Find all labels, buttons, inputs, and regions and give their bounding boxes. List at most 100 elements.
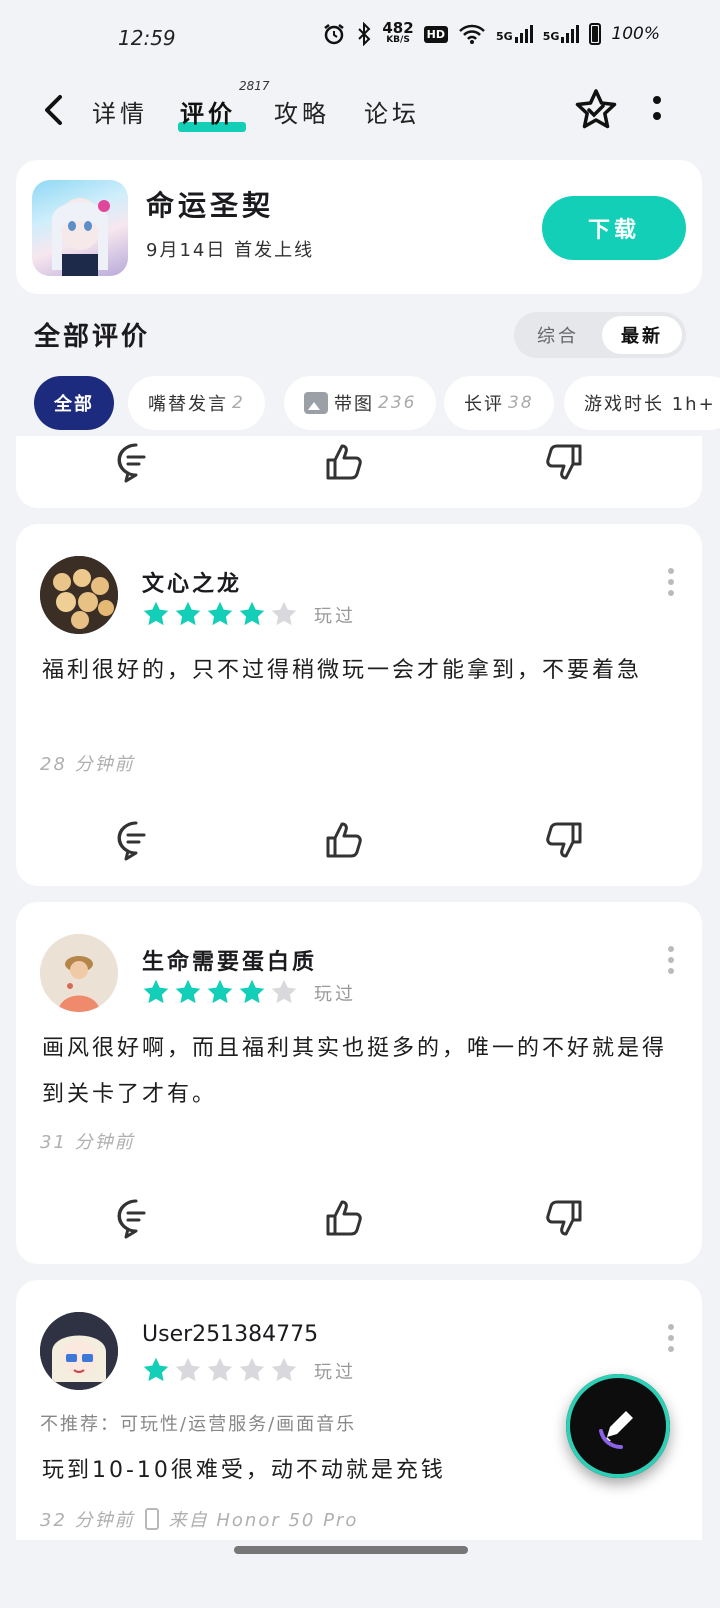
tab-guides[interactable]: 攻略 [274, 94, 330, 129]
dislike-button[interactable] [542, 1196, 586, 1240]
review-more-button[interactable] [668, 946, 676, 974]
filter-playtime[interactable]: 游戏时长 1h+ [564, 376, 720, 430]
filter-long-reviews[interactable]: 长评 38 [444, 376, 554, 430]
comment-button[interactable] [114, 440, 158, 484]
write-review-button[interactable] [566, 1374, 670, 1478]
net-speed-value: 482 [382, 19, 414, 37]
filter-long-reviews-count: 38 [508, 393, 534, 413]
sort-latest[interactable]: 最新 [602, 316, 682, 354]
avatar[interactable] [40, 1312, 118, 1390]
review-meta: 32 分钟前 来自 Honor 50 Pro [40, 1506, 358, 1532]
bluetooth-icon [358, 22, 371, 46]
review-time-text: 28 分钟前 [40, 754, 135, 775]
back-button[interactable] [34, 90, 74, 130]
avatar[interactable] [40, 934, 118, 1012]
status-bar: 12:59 482 KB/S HD 5G 5G 100% [0, 0, 720, 76]
signal-label-1: 5G [496, 30, 513, 43]
filter-all[interactable]: 全部 [34, 376, 114, 430]
comment-icon [117, 443, 146, 483]
home-indicator[interactable] [234, 1546, 468, 1554]
star-check-icon [575, 89, 617, 129]
top-nav: 详情 评价 2817 攻略 论坛 [0, 76, 720, 148]
dislike-button[interactable] [542, 440, 586, 484]
review-actions [16, 818, 702, 868]
star-empty-icon [175, 1357, 201, 1382]
star-filled-icon [175, 979, 201, 1004]
filter-mouthpiece[interactable]: 嘴替发言 2 [128, 376, 265, 430]
review-more-button[interactable] [668, 1324, 676, 1352]
game-card[interactable]: 命运圣契 9月14日 首发上线 下载 [16, 160, 702, 294]
signal-icon-2: 5G [543, 25, 580, 43]
pencil-icon [599, 1411, 633, 1450]
alarm-icon [324, 24, 345, 45]
filter-with-images[interactable]: 带图 236 [284, 376, 437, 430]
played-status: 玩过 [314, 606, 356, 627]
sort-toggle: 综合 最新 [514, 312, 686, 358]
review-time: 28 分钟前 [40, 750, 135, 776]
review-username[interactable]: User251384775 [142, 1322, 318, 1347]
review-time-text: 31 分钟前 [40, 1132, 135, 1153]
game-title: 命运圣契 [146, 189, 275, 222]
star-filled-icon [175, 601, 201, 626]
sort-comprehensive[interactable]: 综合 [518, 316, 598, 354]
download-button[interactable]: 下载 [542, 196, 686, 260]
thumbs-down-icon [546, 444, 582, 480]
played-status: 玩过 [314, 984, 356, 1005]
signal-label-2: 5G [542, 30, 560, 43]
review-device: 来自 Honor 50 Pro [168, 1510, 359, 1531]
net-speed-unit: KB/S [386, 35, 410, 45]
filter-all-label: 全部 [54, 394, 94, 415]
filter-chips: 全部 嘴替发言 2 带图 236 长评 38 游戏时长 1h+ [34, 376, 720, 432]
tab-forum[interactable]: 论坛 [364, 94, 420, 129]
tab-details[interactable]: 详情 [92, 94, 148, 129]
tab-reviews[interactable]: 评价 [180, 94, 236, 129]
phone-icon [144, 1508, 159, 1530]
game-release-date: 9月14日 首发上线 [146, 240, 315, 261]
review-username[interactable]: 文心之龙 [142, 566, 242, 598]
star-filled-icon [239, 601, 265, 626]
game-icon [32, 180, 128, 276]
star-filled-icon [207, 601, 233, 626]
review-text[interactable]: 画风很好啊，而且福利其实也挺多的，唯一的不好就是得到关卡了才有。 [42, 1026, 672, 1118]
rating-stars [142, 1356, 298, 1384]
star-filled-icon [143, 601, 169, 626]
star-empty-icon [239, 1357, 265, 1382]
battery-level: 100% [611, 24, 660, 44]
thumbs-up-icon [326, 1200, 362, 1236]
review-time-text: 32 分钟前 [40, 1510, 135, 1531]
review-username[interactable]: 生命需要蛋白质 [142, 944, 317, 976]
filter-long-reviews-label: 长评 [464, 394, 504, 415]
back-arrow-icon [45, 95, 62, 125]
more-options-button[interactable] [650, 96, 664, 126]
rating-stars [142, 600, 298, 628]
review-text[interactable]: 福利很好的，只不过得稍微玩一会才能拿到，不要着急 [42, 648, 672, 694]
hd-icon: HD [423, 25, 449, 43]
like-button[interactable] [322, 1196, 366, 1240]
filter-mouthpiece-count: 2 [232, 393, 245, 413]
review-more-button[interactable] [668, 568, 676, 596]
review-tags: 不推荐：可玩性/运营服务/画面音乐 [40, 1414, 357, 1435]
review-time: 31 分钟前 [40, 1128, 135, 1154]
star-filled-icon [143, 979, 169, 1004]
rating-stars [142, 978, 298, 1006]
status-time: 12:59 [118, 26, 176, 50]
dislike-button[interactable] [542, 818, 586, 862]
review-card: 文心之龙 玩过 福利很好的，只不过得稍微玩一会才能拿到，不要着急 28 分钟前 [16, 524, 702, 886]
star-empty-icon [207, 1357, 233, 1382]
avatar[interactable] [40, 556, 118, 634]
thumbs-up-icon [326, 444, 362, 480]
like-button[interactable] [322, 440, 366, 484]
like-button[interactable] [322, 818, 366, 862]
filter-mouthpiece-label: 嘴替发言 [148, 394, 228, 415]
signal-icon-1: 5G [496, 25, 533, 43]
wifi-icon [459, 24, 485, 44]
favorite-button[interactable] [574, 88, 618, 132]
filter-with-images-label: 带图 [334, 394, 374, 415]
review-actions [16, 1196, 702, 1246]
star-empty-icon [271, 601, 297, 626]
thumbs-down-icon [546, 1200, 582, 1236]
thumbs-down-icon [546, 822, 582, 858]
comment-button[interactable] [114, 818, 158, 862]
reviews-section-title: 全部评价 [34, 322, 151, 352]
comment-button[interactable] [114, 1196, 158, 1240]
